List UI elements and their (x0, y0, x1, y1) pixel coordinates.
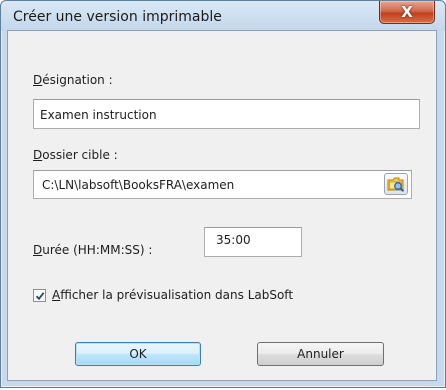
browse-button[interactable] (384, 173, 408, 195)
designation-value: Examen instruction (40, 108, 157, 122)
duration-value: 35:00 (216, 233, 251, 247)
duration-label: Durée (HH:MM:SS) : (33, 243, 153, 257)
ok-button[interactable]: OK (75, 342, 201, 366)
target-folder-input[interactable]: C:\LN\labsoft\BooksFRA\examen (33, 170, 412, 199)
duration-input[interactable]: 35:00 (204, 227, 302, 257)
target-folder-label: Dossier cible : (33, 148, 118, 162)
ok-button-label: OK (129, 347, 147, 361)
target-folder-value: C:\LN\labsoft\BooksFRA\examen (42, 178, 235, 192)
close-icon: X (401, 2, 413, 21)
preview-checkbox[interactable] (33, 289, 46, 302)
folder-browse-icon (387, 177, 405, 192)
cancel-button[interactable]: Annuler (257, 342, 384, 366)
checkmark-icon (35, 291, 44, 300)
designation-label: Désignation : (33, 73, 113, 87)
close-button[interactable]: X (379, 1, 435, 24)
preview-label[interactable]: Afficher la prévisualisation dans LabSof… (52, 288, 293, 302)
designation-input[interactable]: Examen instruction (33, 99, 420, 129)
cancel-button-label: Annuler (297, 347, 344, 361)
title-bar[interactable]: Créer une version imprimable X (1, 1, 445, 31)
dialog-title: Créer une version imprimable (13, 9, 222, 25)
